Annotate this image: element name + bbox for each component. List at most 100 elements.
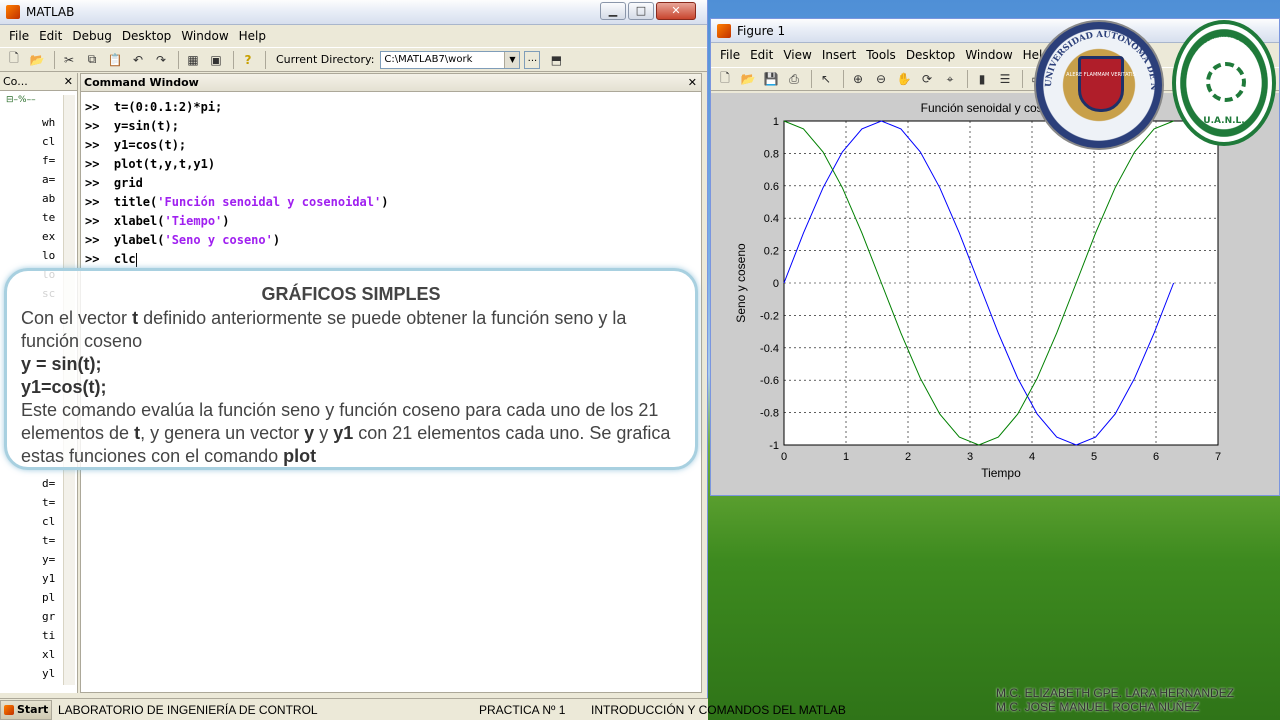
command-line: >> clc: [85, 250, 388, 269]
command-line: >> ylabel('Seno y coseno'): [85, 231, 388, 250]
undo-icon[interactable]: ↶: [128, 51, 148, 69]
command-code: plot(t,y,t,y1): [113, 157, 216, 171]
help-icon[interactable]: ?: [238, 51, 258, 69]
new-file-icon[interactable]: 🗋: [4, 51, 24, 69]
menu-desktop[interactable]: Desktop: [117, 29, 177, 43]
command-history-title: Co...: [3, 75, 28, 88]
history-item[interactable]: ab: [42, 189, 55, 208]
cut-icon[interactable]: ✂: [59, 51, 79, 69]
minimize-icon[interactable]: ▁: [600, 2, 626, 20]
current-directory-label: Current Directory:: [276, 53, 375, 66]
history-item[interactable]: f=: [42, 151, 55, 170]
start-button[interactable]: Start: [0, 699, 52, 720]
credit-2: M.C. JOSÉ MANUEL ROCHA NÚÑEZ: [996, 700, 1200, 714]
history-tree-marker: ⊟–%––: [6, 95, 36, 105]
note-code-2: y1=cos(t);: [21, 377, 107, 397]
menu-debug[interactable]: Debug: [67, 29, 116, 43]
status-lab: LABORATORIO DE INGENIERÍA DE CONTROL: [58, 702, 318, 717]
x-tick-label: 6: [1153, 451, 1159, 463]
pan-icon[interactable]: ✋: [894, 70, 914, 88]
open-file-icon[interactable]: 📂: [27, 51, 47, 69]
figure-app-icon: [717, 23, 731, 38]
browse-button[interactable]: ...: [524, 50, 541, 69]
fig-new-icon[interactable]: 🗋: [715, 70, 735, 88]
fig-menu-edit[interactable]: Edit: [745, 48, 778, 62]
maximize-icon[interactable]: □: [628, 2, 654, 20]
fig-menu-insert[interactable]: Insert: [817, 48, 861, 62]
history-item[interactable]: y=: [42, 550, 55, 569]
command-prompt: >>: [85, 252, 100, 266]
menu-window[interactable]: Window: [176, 29, 233, 43]
data-cursor-icon[interactable]: ⌖: [940, 70, 960, 88]
menu-help[interactable]: Help: [234, 29, 271, 43]
history-item[interactable]: cl: [42, 132, 55, 151]
history-item[interactable]: xl: [42, 645, 55, 664]
command-string: 'Función senoidal y cosenoidal': [157, 195, 382, 209]
fig-open-icon[interactable]: 📂: [738, 70, 758, 88]
history-item[interactable]: t=: [42, 493, 55, 512]
y-tick-label: 0.2: [764, 246, 779, 258]
menu-edit[interactable]: Edit: [34, 29, 67, 43]
current-directory-input[interactable]: C:\MATLAB7\work ▼: [380, 50, 521, 69]
uanl-logo: UNIVERSIDAD AUTONOMA DE NUEVO LEON ALERE…: [1034, 20, 1164, 150]
matlab-title: MATLAB: [26, 5, 75, 19]
fig-menu-window[interactable]: Window: [960, 48, 1017, 62]
fig-menu-view[interactable]: View: [778, 48, 816, 62]
note-paragraph-2: Este comando evalúa la función seno y fu…: [21, 400, 671, 466]
fig-print-icon[interactable]: ⎙: [784, 70, 804, 88]
command-prompt: >>: [85, 119, 100, 133]
command-string: 'Seno y coseno': [164, 233, 273, 247]
folder-up-icon[interactable]: ⬒: [546, 51, 566, 69]
menu-file[interactable]: File: [4, 29, 34, 43]
history-item[interactable]: y1: [42, 569, 55, 588]
redo-icon[interactable]: ↷: [151, 51, 171, 69]
command-window-close-icon[interactable]: ✕: [688, 76, 697, 89]
panel-close-icon[interactable]: ✕: [64, 75, 73, 88]
chevron-down-icon[interactable]: ▼: [504, 51, 520, 68]
fig-menu-desktop[interactable]: Desktop: [901, 48, 961, 62]
matlab-titlebar[interactable]: MATLAB ▁ □ ✕: [0, 0, 707, 25]
command-code: grid: [113, 176, 143, 190]
copy-icon[interactable]: ⧉: [82, 51, 102, 69]
history-item[interactable]: pl: [42, 588, 55, 607]
fig-menu-tools[interactable]: Tools: [861, 48, 901, 62]
x-tick-label: 3: [967, 451, 973, 463]
current-directory-value: C:\MATLAB7\work: [384, 53, 473, 65]
simulink-icon[interactable]: ▦: [183, 51, 203, 69]
history-item[interactable]: wh: [42, 113, 55, 132]
fig-save-icon[interactable]: 💾: [761, 70, 781, 88]
note-paragraph-1: Con el vector t definido anteriormente s…: [21, 308, 627, 351]
history-item[interactable]: gr: [42, 607, 55, 626]
legend-icon[interactable]: ☰: [995, 70, 1015, 88]
zoom-in-icon[interactable]: ⊕: [848, 70, 868, 88]
history-item[interactable]: te: [42, 208, 55, 227]
history-item[interactable]: a=: [42, 170, 55, 189]
zoom-out-icon[interactable]: ⊖: [871, 70, 891, 88]
fig-menu-file[interactable]: File: [715, 48, 745, 62]
fig-pointer-icon[interactable]: ↖: [816, 70, 836, 88]
history-item[interactable]: d=: [42, 474, 55, 493]
credits: M.C. ELIZABETH GPE. LARA HERNANDEZ M.C. …: [996, 686, 1234, 714]
fime-uanl-text: U.A.N.L.: [1203, 116, 1245, 126]
figure-title: Figure 1: [737, 23, 786, 38]
y-tick-label: 1: [773, 116, 779, 128]
close-icon[interactable]: ✕: [656, 2, 696, 20]
credit-1: M.C. ELIZABETH GPE. LARA HERNANDEZ: [996, 686, 1235, 700]
paste-icon[interactable]: 📋: [105, 51, 125, 69]
history-item[interactable]: lo: [42, 246, 55, 265]
command-line: >> t=(0:0.1:2)*pi;: [85, 98, 388, 117]
colorbar-icon[interactable]: ▮: [972, 70, 992, 88]
history-item[interactable]: ex: [42, 227, 55, 246]
command-window-title: Command Window: [84, 76, 199, 89]
command-code: title(: [113, 195, 158, 209]
history-item[interactable]: t=: [42, 531, 55, 550]
history-item[interactable]: ti: [42, 626, 55, 645]
plot-area: 0 1 2 3 4 5 6 7 1 0.8 0.6 0.4 0.2 0 -0.2 -0.4 -0.6 -0.8 -1…: [711, 93, 1279, 495]
history-item[interactable]: cl: [42, 512, 55, 531]
command-code-tail: ): [222, 214, 230, 228]
history-item[interactable]: yl: [42, 664, 55, 683]
rotate-icon[interactable]: ⟳: [917, 70, 937, 88]
guide-icon[interactable]: ▣: [206, 51, 226, 69]
y-tick-label: 0: [773, 278, 779, 290]
command-line: >> y1=cos(t);: [85, 136, 388, 155]
